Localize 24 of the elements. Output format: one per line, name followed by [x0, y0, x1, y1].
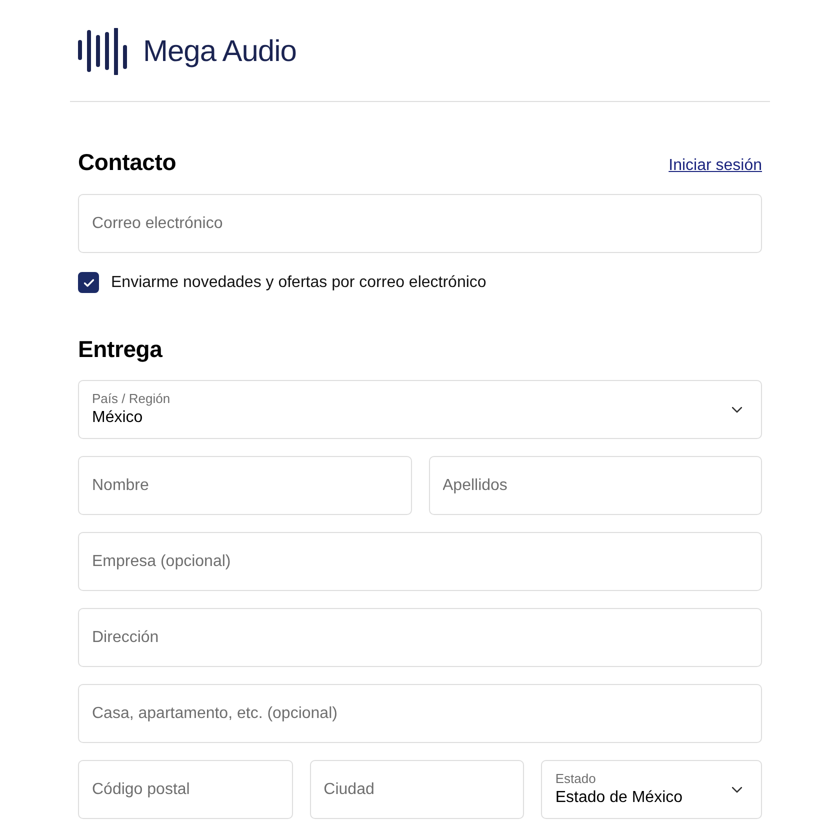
chevron-down-icon: [732, 786, 742, 792]
input-field[interactable]: Casa, apartamento, etc. (opcional): [78, 684, 762, 743]
checkmark-icon: [84, 278, 94, 286]
input-field[interactable]: Dirección: [78, 608, 762, 667]
input-field[interactable]: Nombre: [78, 456, 412, 515]
input-field[interactable]: Correo electrónico: [78, 194, 762, 253]
brand-name: Mega Audio: [143, 34, 296, 70]
dropdown-field[interactable]: País / Región México: [78, 380, 762, 439]
sound-bars-icon: [78, 28, 127, 75]
checkbox-label: Enviarme novedades y ofertas por correo electrónico: [111, 272, 486, 292]
section-title: Contacto: [78, 149, 176, 176]
input-field[interactable]: Código postal: [78, 760, 293, 819]
field-label: Estado: [555, 771, 597, 787]
input-field[interactable]: Apellidos: [428, 456, 762, 515]
field-value: Estado de México: [555, 788, 683, 808]
input-field[interactable]: Empresa (opcional): [78, 532, 762, 591]
input-field[interactable]: Ciudad: [310, 760, 524, 819]
checkbox[interactable]: [78, 272, 99, 293]
sign-in-link[interactable]: Iniciar sesión: [668, 157, 762, 175]
chevron-down-icon: [732, 406, 742, 412]
section-title: Entrega: [78, 336, 162, 363]
field-label: País / Región: [92, 391, 170, 407]
dropdown-field[interactable]: Estado Estado de México: [541, 760, 762, 819]
field-value: México: [92, 408, 144, 428]
